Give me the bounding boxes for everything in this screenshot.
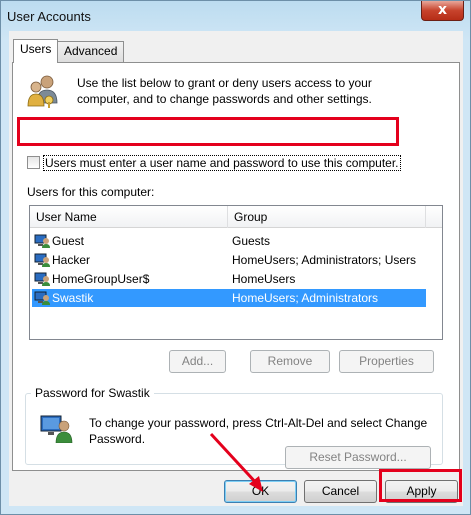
user-name-cell: HomeGroupUser$ bbox=[52, 272, 150, 286]
apply-button[interactable]: Apply bbox=[385, 480, 458, 503]
table-row[interactable]: HomeGroupUser$ HomeUsers bbox=[32, 270, 426, 288]
user-group-cell: Guests bbox=[232, 234, 271, 248]
user-properties-button[interactable]: Properties bbox=[339, 350, 434, 373]
users-list[interactable]: User Name Group Guest Guests Hacker Home… bbox=[29, 205, 443, 340]
table-row[interactable]: Guest Guests bbox=[32, 232, 426, 250]
user-icon bbox=[34, 291, 50, 305]
user-icon bbox=[34, 272, 50, 286]
remove-user-button[interactable]: Remove bbox=[250, 350, 330, 373]
column-header-user-name[interactable]: User Name bbox=[30, 206, 228, 228]
user-password-icon bbox=[40, 415, 73, 443]
users-tab-panel: Use the list below to grant or deny user… bbox=[12, 62, 460, 471]
user-name-cell: Swastik bbox=[52, 291, 94, 305]
user-name-cell: Guest bbox=[52, 234, 85, 248]
title-bar[interactable]: User Accounts x bbox=[1, 1, 470, 31]
users-list-label: Users for this computer: bbox=[27, 185, 155, 199]
password-group-title: Password for Swastik bbox=[31, 386, 154, 400]
user-icon bbox=[34, 234, 50, 248]
user-icon bbox=[34, 253, 50, 267]
user-group-cell: HomeUsers bbox=[232, 272, 296, 286]
cancel-button[interactable]: Cancel bbox=[304, 480, 377, 503]
password-instructions: To change your password, press Ctrl-Alt-… bbox=[89, 416, 428, 446]
column-header-group[interactable]: Group bbox=[228, 206, 426, 228]
reset-password-button[interactable]: Reset Password... bbox=[285, 446, 431, 469]
require-login-checkbox[interactable] bbox=[27, 156, 40, 169]
close-button[interactable]: x bbox=[421, 1, 464, 21]
dialog-client-area: Users Advanced Use the list below to gra… bbox=[9, 31, 463, 506]
window-title: User Accounts bbox=[7, 9, 91, 24]
user-accounts-window: User Accounts x Users Advanced Use the l… bbox=[0, 0, 471, 515]
tab-advanced[interactable]: Advanced bbox=[57, 41, 125, 62]
ok-button[interactable]: OK bbox=[224, 480, 297, 503]
user-group-cell: HomeUsers; Administrators; Users bbox=[232, 253, 417, 267]
add-user-button[interactable]: Add... bbox=[169, 350, 226, 373]
table-row-selected[interactable]: Swastik HomeUsers; Administrators bbox=[32, 289, 426, 307]
table-row[interactable]: Hacker HomeUsers; Administrators; Users bbox=[32, 251, 426, 269]
tab-users[interactable]: Users bbox=[13, 39, 59, 63]
list-header: User Name Group bbox=[30, 206, 442, 228]
require-login-label[interactable]: Users must enter a user name and passwor… bbox=[43, 155, 401, 171]
description-text: Use the list below to grant or deny user… bbox=[77, 76, 372, 106]
users-icon bbox=[27, 75, 58, 108]
user-group-cell: HomeUsers; Administrators bbox=[232, 291, 379, 305]
column-header-filler bbox=[426, 206, 442, 228]
user-name-cell: Hacker bbox=[52, 253, 91, 267]
